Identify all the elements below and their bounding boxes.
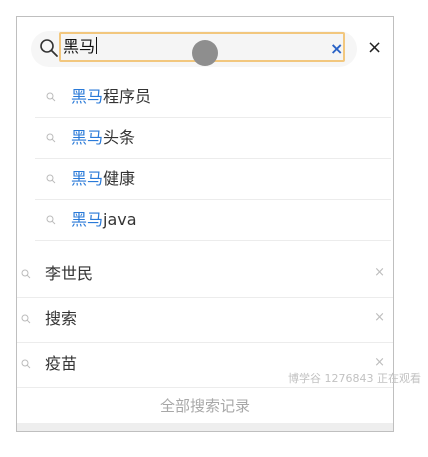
suggestion-rest: 健康: [103, 169, 136, 188]
suggestion-item[interactable]: 黑马健康: [35, 159, 391, 200]
search-icon: [21, 314, 31, 324]
history-item[interactable]: 搜索 ×: [17, 298, 393, 343]
search-icon: [46, 215, 56, 225]
suggestion-rest: 程序员: [103, 87, 152, 106]
suggestion-highlight: 黑马: [71, 87, 104, 106]
search-input-value: 黑马: [63, 37, 96, 56]
suggestion-text: 黑马java: [71, 209, 137, 231]
all-history-button[interactable]: 全部搜索记录: [17, 395, 393, 416]
touch-indicator: [192, 40, 218, 66]
search-icon: [21, 269, 31, 279]
search-icon: [21, 359, 31, 369]
suggestion-text: 黑马头条: [71, 127, 135, 149]
clear-icon[interactable]: ×: [330, 39, 343, 58]
text-caret: [96, 37, 98, 54]
suggestion-highlight: 黑马: [71, 210, 104, 229]
history-label: 李世民: [45, 264, 94, 283]
suggestion-highlight: 黑马: [71, 128, 104, 147]
delete-history-icon[interactable]: ×: [374, 355, 385, 370]
history-list: 李世民 × 搜索 × 疫苗 ×: [17, 253, 393, 388]
search-icon: [39, 38, 59, 58]
suggestion-item[interactable]: 黑马头条: [35, 118, 391, 159]
suggestion-text: 黑马程序员: [71, 86, 151, 108]
search-icon: [46, 133, 56, 143]
suggestion-item[interactable]: 黑马程序员: [35, 77, 391, 118]
watermark: 博学谷 1276843 正在观看: [288, 372, 421, 385]
delete-history-icon[interactable]: ×: [374, 310, 385, 325]
close-icon[interactable]: ×: [367, 37, 382, 58]
delete-history-icon[interactable]: ×: [374, 265, 385, 280]
suggestion-list: 黑马程序员 黑马头条 黑马健康 黑马java: [35, 77, 391, 241]
suggestion-highlight: 黑马: [71, 169, 104, 188]
suggestion-item[interactable]: 黑马java: [35, 200, 391, 241]
search-icon: [46, 92, 56, 102]
search-icon: [46, 174, 56, 184]
history-item[interactable]: 李世民 ×: [17, 253, 393, 298]
suggestion-text: 黑马健康: [71, 168, 135, 190]
history-label: 搜索: [45, 309, 78, 328]
suggestion-rest: java: [103, 210, 137, 229]
history-label: 疫苗: [45, 354, 78, 373]
suggestion-rest: 头条: [103, 128, 136, 147]
